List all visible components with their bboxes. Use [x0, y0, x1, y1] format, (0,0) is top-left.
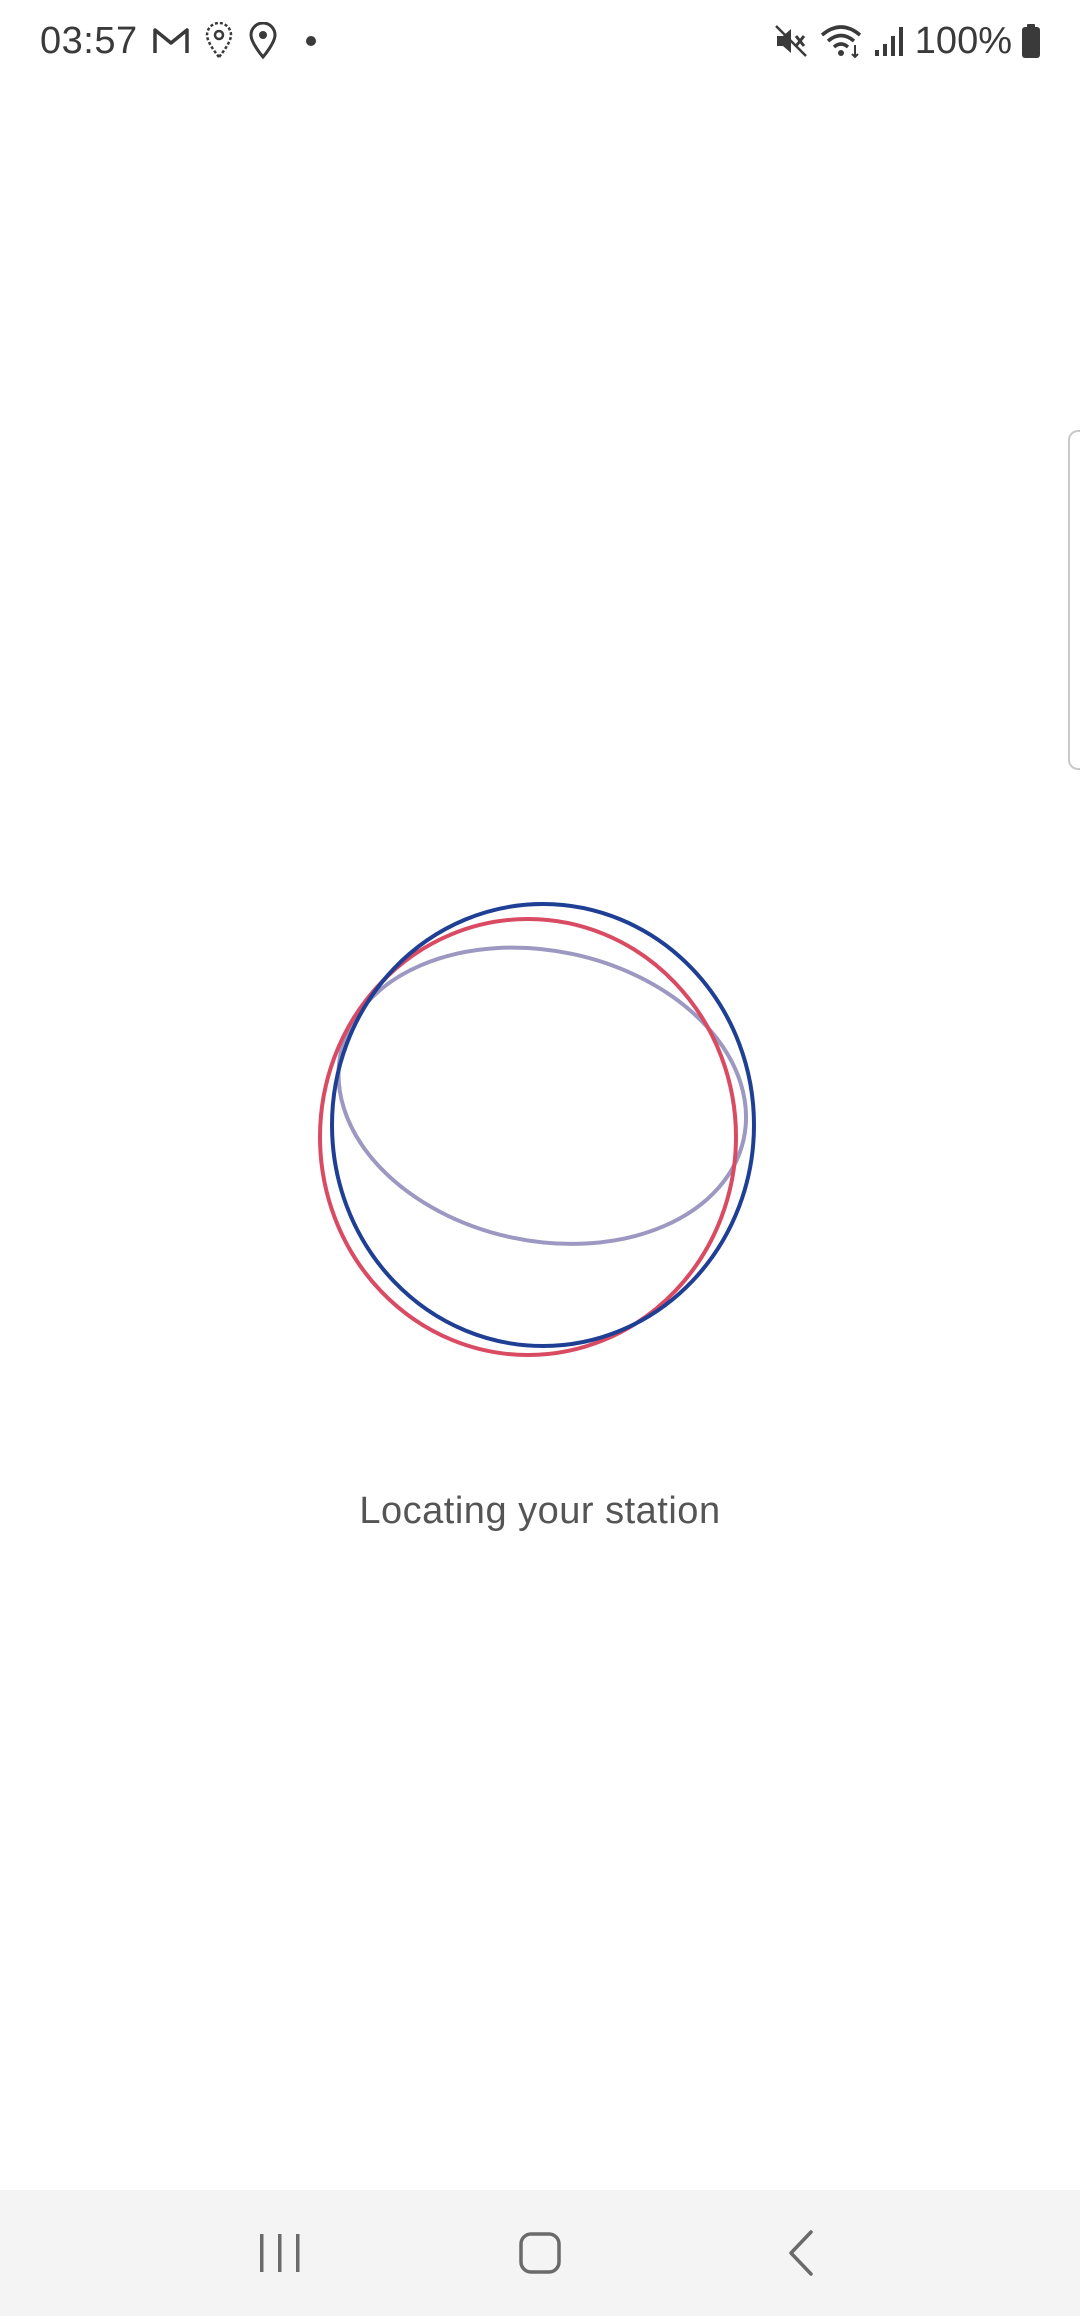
wifi-icon — [819, 23, 863, 59]
recent-apps-icon — [260, 2234, 300, 2272]
location-outline-icon — [204, 22, 234, 60]
screen: 03:57 100% Locating your station — [0, 0, 1080, 2316]
navigation-bar — [0, 2190, 1080, 2316]
loading-spinner — [310, 895, 770, 1365]
back-icon — [789, 2230, 813, 2276]
status-left: 03:57 — [40, 20, 316, 63]
gmail-icon — [152, 26, 190, 56]
loading-text: Locating your station — [359, 1490, 721, 1532]
notification-dot-icon — [305, 36, 316, 46]
mute-icon — [773, 23, 809, 59]
status-time: 03:57 — [40, 19, 138, 62]
status-right: 100% — [773, 20, 1042, 63]
home-button[interactable] — [490, 2203, 590, 2303]
battery-percent: 100% — [914, 19, 1012, 62]
location-icon — [248, 22, 278, 60]
loader-ring-lavender — [336, 945, 749, 1246]
signal-icon — [873, 24, 905, 58]
home-icon — [519, 2232, 561, 2274]
battery-icon — [1020, 23, 1042, 59]
status-bar: 03:57 100% — [0, 0, 1080, 82]
edge-panel-handle[interactable] — [1068, 430, 1080, 770]
back-button[interactable] — [750, 2203, 850, 2303]
recent-apps-button[interactable] — [230, 2203, 330, 2303]
